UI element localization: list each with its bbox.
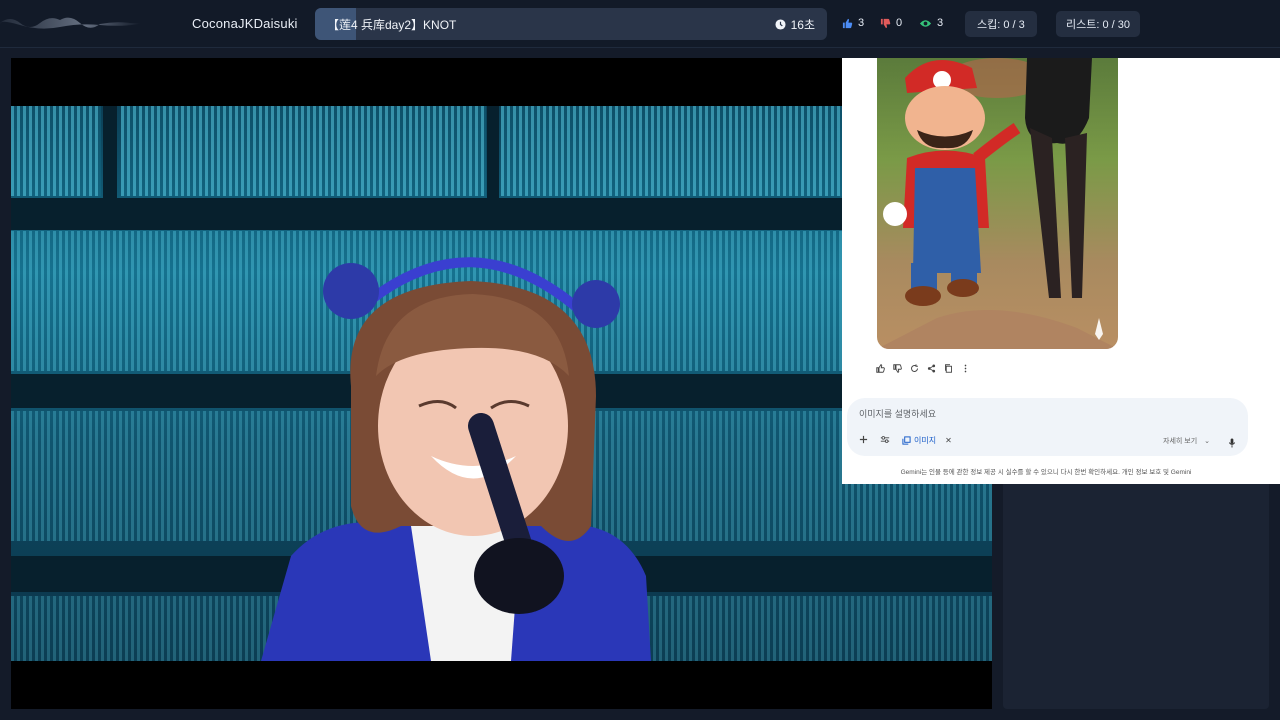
view-count: 3 <box>919 17 943 29</box>
copy-icon[interactable] <box>944 360 953 373</box>
mario-illustration <box>877 58 1118 349</box>
share-icon[interactable] <box>927 360 936 373</box>
tools-icon[interactable] <box>880 435 890 446</box>
skip-label: 스킵: 0 / 3 <box>977 19 1025 31</box>
list-label: 리스트: 0 / 30 <box>1066 19 1130 31</box>
chevron-down-icon: ⌄ <box>1204 438 1210 445</box>
view-count-value: 3 <box>937 17 944 29</box>
timer: 16초 <box>775 16 815 33</box>
close-icon[interactable]: ✕ <box>945 436 952 445</box>
like-button[interactable]: 3 <box>842 17 864 29</box>
top-bar: CoconaJKDaisuki 【莲4 兵库day2】KNOT 16초 3 0 … <box>0 0 1280 48</box>
side-panel <box>1003 470 1269 709</box>
prompt-input[interactable]: 이미지를 설명하세요 <box>859 407 936 420</box>
tools-dropdown-label: 자세히 보기 <box>1163 438 1198 445</box>
prompt-input-box[interactable]: 이미지를 설명하세요 이미지 ✕ 자세히 보기 ⌄ <box>847 398 1248 456</box>
led-screen <box>11 106 101 196</box>
response-actions <box>876 360 970 373</box>
dislike-count: 0 <box>896 17 903 29</box>
clock-icon <box>775 19 786 30</box>
like-count: 3 <box>858 17 865 29</box>
microphone-icon[interactable] <box>1228 435 1236 453</box>
image-stack-icon <box>902 436 911 445</box>
regenerate-icon[interactable] <box>910 360 919 372</box>
now-playing-title: 【莲4 兵库day2】KNOT <box>327 18 457 32</box>
gemini-overlay: 이미지를 설명하세요 이미지 ✕ 자세히 보기 ⌄ Gemini는 인물 등에 … <box>842 58 1280 484</box>
performer-image <box>261 257 651 661</box>
stage-beam <box>487 106 499 226</box>
thumbs-down-icon <box>880 18 891 28</box>
led-screen <box>121 106 486 196</box>
dislike-button[interactable]: 0 <box>880 17 902 29</box>
generated-image[interactable] <box>877 58 1118 349</box>
add-icon[interactable] <box>859 435 868 446</box>
thumbs-up-icon[interactable] <box>876 360 885 373</box>
thumbs-down-icon[interactable] <box>893 360 902 373</box>
tools-dropdown[interactable]: 자세히 보기 ⌄ <box>1163 436 1210 446</box>
more-options-icon[interactable] <box>961 360 970 373</box>
image-chip-label: 이미지 <box>914 436 937 445</box>
thumbs-up-icon <box>842 18 853 28</box>
stage-beam <box>103 106 117 226</box>
channel-name[interactable]: CoconaJKDaisuki <box>192 16 298 31</box>
timer-value: 16초 <box>790 18 815 32</box>
now-playing-bar[interactable]: 【莲4 兵库day2】KNOT 16초 <box>315 8 827 40</box>
list-counter[interactable]: 리스트: 0 / 30 <box>1056 11 1140 37</box>
eye-icon <box>919 19 932 27</box>
audio-waveform-icon <box>0 17 140 29</box>
image-chip[interactable]: 이미지 ✕ <box>902 435 952 446</box>
disclaimer: Gemini는 인물 등에 관한 정보 제공 시 실수를 할 수 있으니 다시 … <box>900 469 1192 476</box>
skip-counter[interactable]: 스킵: 0 / 3 <box>965 11 1037 37</box>
